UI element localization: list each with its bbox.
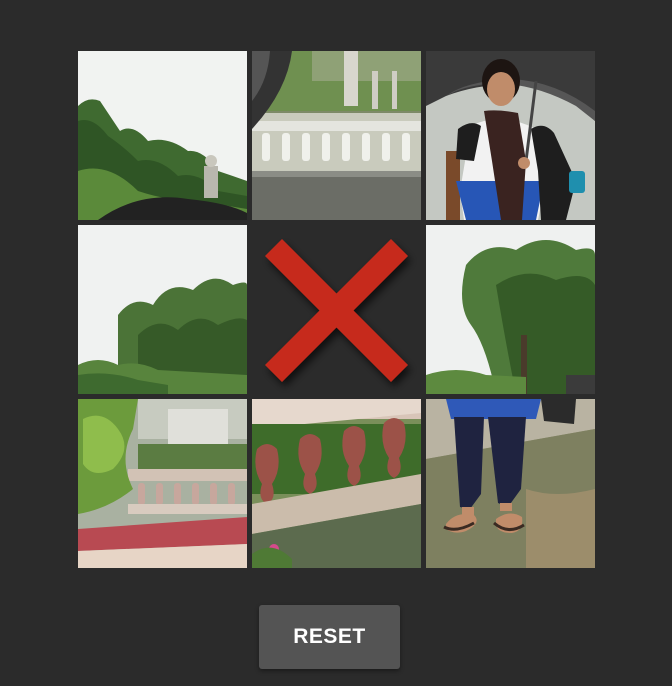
puzzle-tile-4[interactable]	[78, 225, 247, 394]
tile-6-image	[426, 225, 595, 394]
empty-slot	[252, 225, 421, 394]
tile-3-image	[426, 51, 595, 220]
tile-9-image	[426, 399, 595, 568]
puzzle-board	[78, 51, 595, 569]
tile-8-image	[252, 399, 421, 568]
puzzle-tile-2[interactable]	[252, 51, 421, 220]
tile-2-image	[252, 51, 421, 220]
tile-4-image	[78, 225, 247, 394]
puzzle-tile-6[interactable]	[426, 225, 595, 394]
puzzle-tile-8[interactable]	[252, 399, 421, 568]
tile-7-image	[78, 399, 247, 568]
red-x-icon	[265, 239, 408, 382]
puzzle-tile-9[interactable]	[426, 399, 595, 568]
tile-1-image	[78, 51, 247, 220]
reset-button[interactable]: RESET	[259, 605, 400, 669]
puzzle-tile-7[interactable]	[78, 399, 247, 568]
puzzle-tile-3[interactable]	[426, 51, 595, 220]
puzzle-tile-1[interactable]	[78, 51, 247, 220]
